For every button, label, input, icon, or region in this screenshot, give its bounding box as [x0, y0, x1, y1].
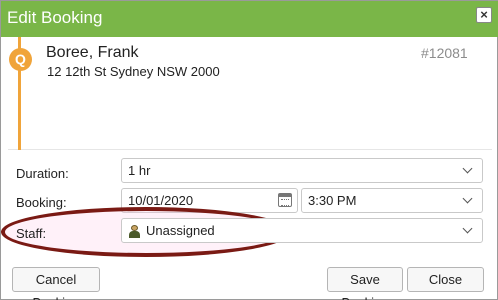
booking-time-select[interactable]: 3:30 PM: [301, 188, 483, 213]
close-button[interactable]: Close: [407, 267, 484, 292]
save-booking-button[interactable]: Save Booking: [327, 267, 403, 300]
chevron-down-icon: [460, 191, 476, 209]
customer-name[interactable]: Boree, Frank: [46, 44, 138, 62]
booking-id: #12081: [421, 45, 468, 61]
cancel-booking-button[interactable]: Cancel Booking: [12, 267, 100, 300]
close-icon: ×: [480, 7, 488, 22]
duration-select[interactable]: 1 hr: [121, 158, 483, 183]
booking-label: Booking:: [16, 195, 67, 210]
chevron-down-icon: [460, 221, 476, 239]
dialog-title: Edit Booking: [7, 8, 103, 27]
customer-address: 12 12th St Sydney NSW 2000: [47, 64, 220, 79]
edit-booking-dialog: Edit Booking × Q Boree, Frank 12 12th St…: [0, 0, 498, 300]
calendar-icon[interactable]: [278, 193, 292, 207]
duration-label: Duration:: [16, 166, 69, 181]
status-letter: Q: [15, 51, 26, 67]
staff-value: Unassigned: [146, 223, 215, 238]
status-badge: Q: [9, 48, 32, 71]
staff-label: Staff:: [16, 226, 47, 241]
person-icon: [128, 225, 140, 238]
dialog-titlebar: Edit Booking ×: [1, 1, 498, 37]
close-dialog-button[interactable]: ×: [476, 7, 492, 23]
duration-value: 1 hr: [128, 163, 151, 178]
booking-date-value: 10/01/2020: [128, 193, 194, 208]
booking-time-value: 3:30 PM: [308, 193, 357, 208]
chevron-down-icon: [460, 161, 476, 179]
staff-select[interactable]: Unassigned: [121, 218, 483, 243]
